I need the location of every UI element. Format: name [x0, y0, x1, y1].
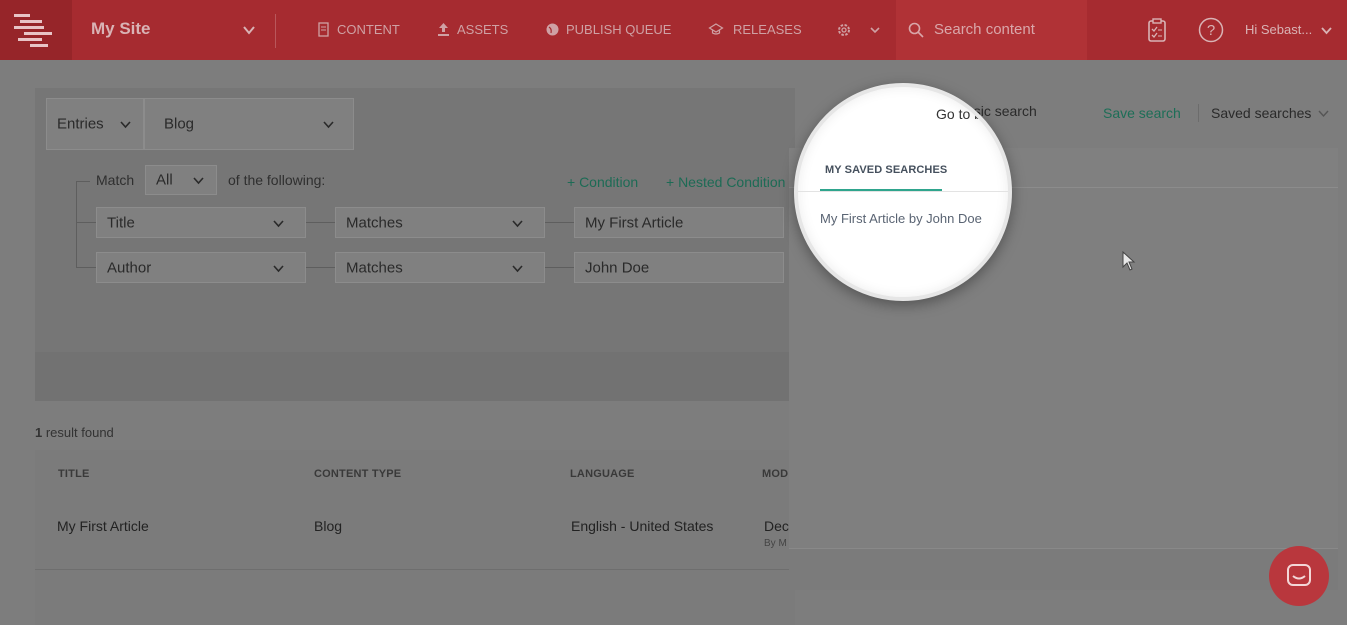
global-search[interactable]: Search content: [896, 0, 1087, 60]
row-title[interactable]: My First Article: [57, 518, 149, 534]
search-icon: [908, 22, 924, 38]
row-divider: [35, 569, 795, 570]
match-value: All: [156, 171, 173, 189]
chevron-down-icon[interactable]: [242, 23, 256, 37]
results-table: TITLE CONTENT TYPE LANGUAGE MOD My First…: [35, 450, 795, 625]
graduation-cap-icon: [708, 23, 724, 35]
saved-searches-footer: [789, 548, 1338, 590]
chevron-down-icon: [512, 264, 523, 272]
add-nested-condition-button[interactable]: + Nested Condition: [666, 174, 785, 190]
chevron-down-icon: [273, 264, 284, 272]
row-modified-by: By M: [764, 538, 787, 549]
divider: [798, 191, 1008, 192]
condition-operator-select[interactable]: Matches: [335, 207, 545, 238]
row-language: English - United States: [571, 518, 714, 534]
tree-connector: [76, 222, 96, 223]
tree-connector: [306, 222, 336, 223]
divider: [275, 14, 276, 48]
save-search-button[interactable]: Save search: [1103, 105, 1181, 121]
match-suffix: of the following:: [228, 172, 326, 188]
condition-value-text: My First Article: [585, 214, 684, 231]
chevron-down-icon: [323, 121, 334, 129]
match-label: Match: [96, 172, 135, 188]
nav-releases-label: RELEASES: [733, 22, 802, 37]
divider: [1198, 104, 1199, 122]
nav-assets[interactable]: ASSETS: [436, 22, 508, 37]
chevron-down-icon: [273, 219, 284, 227]
nav-releases[interactable]: RELEASES: [705, 22, 802, 37]
saved-search-item[interactable]: My First Article by John Doe: [820, 211, 982, 226]
tab-my-saved-searches[interactable]: MY SAVED SEARCHES: [825, 164, 947, 176]
condition-operator-select[interactable]: Matches: [335, 252, 545, 283]
logo-icon: [14, 14, 52, 47]
chevron-down-icon[interactable]: [869, 24, 881, 36]
logo-cell[interactable]: [0, 0, 72, 60]
scope-select[interactable]: Entries: [46, 98, 144, 150]
chevron-down-icon: [512, 219, 523, 227]
help-icon[interactable]: ?: [1198, 17, 1224, 43]
globe-icon: [546, 23, 559, 36]
mouse-cursor-icon: [1122, 251, 1136, 271]
nav-content[interactable]: CONTENT: [316, 22, 400, 37]
condition-field-value: Title: [107, 214, 135, 231]
tree-connector: [545, 267, 575, 268]
results-count-suffix: result found: [42, 425, 114, 440]
condition-operator-value: Matches: [346, 214, 403, 231]
column-header-modified[interactable]: MOD: [762, 468, 788, 480]
tree-connector: [545, 222, 575, 223]
upload-icon: [438, 23, 449, 36]
chevron-down-icon[interactable]: [1320, 24, 1333, 37]
results-count: 1 result found: [35, 425, 114, 440]
search-input[interactable]: Search content: [934, 21, 1035, 38]
document-icon: [318, 22, 329, 37]
tree-connector: [76, 181, 90, 182]
go-to-basic-search-link[interactable]: Go to basic search: [936, 106, 1008, 122]
magnifier-lens: Go to basic search MY SAVED SEARCHES My …: [794, 83, 1012, 301]
nav-content-label: CONTENT: [337, 22, 400, 37]
condition-field-select[interactable]: Author: [96, 252, 306, 283]
condition-value-input[interactable]: My First Article: [574, 207, 784, 238]
scope-value: Entries: [57, 115, 104, 133]
nav-publish-queue[interactable]: PUBLISH QUEUE: [545, 22, 671, 37]
row-modified: Dec: [764, 518, 789, 534]
svg-text:?: ?: [1207, 22, 1215, 39]
column-header-language[interactable]: LANGUAGE: [570, 468, 635, 480]
chevron-down-icon: [120, 121, 131, 129]
condition-operator-value: Matches: [346, 259, 403, 276]
gear-icon[interactable]: [836, 22, 852, 38]
row-content-type: Blog: [314, 518, 343, 534]
condition-field-select[interactable]: Title: [96, 207, 306, 238]
chevron-down-icon: [193, 177, 204, 185]
column-header-title[interactable]: TITLE: [58, 468, 90, 480]
condition-value-input[interactable]: John Doe: [574, 252, 784, 283]
match-select[interactable]: All: [145, 165, 217, 195]
top-navigation-bar: My Site CONTENT ASSETS PUBLISH QUEUE REL…: [0, 0, 1347, 60]
nav-assets-label: ASSETS: [457, 22, 509, 37]
user-menu[interactable]: Hi Sebast...: [1245, 22, 1312, 37]
condition-field-value: Author: [107, 259, 152, 276]
column-header-content-type[interactable]: CONTENT TYPE: [314, 468, 401, 480]
tree-connector: [76, 181, 77, 267]
chevron-down-icon[interactable]: [1318, 108, 1329, 119]
site-name[interactable]: My Site: [91, 19, 151, 39]
nav-publish-queue-label: PUBLISH QUEUE: [566, 22, 672, 37]
tree-connector: [76, 267, 96, 268]
saved-searches-toggle[interactable]: Saved searches: [1211, 105, 1311, 121]
add-condition-button[interactable]: + Condition: [567, 174, 638, 190]
clipboard-icon[interactable]: [1147, 18, 1167, 42]
chat-launcher-button[interactable]: [1269, 546, 1329, 606]
content-type-select[interactable]: Blog: [144, 98, 354, 150]
condition-value-text: John Doe: [585, 259, 650, 276]
tree-connector: [306, 267, 336, 268]
advanced-search-footer: [35, 352, 795, 401]
chat-icon: [1287, 564, 1311, 586]
content-type-value: Blog: [164, 115, 195, 133]
